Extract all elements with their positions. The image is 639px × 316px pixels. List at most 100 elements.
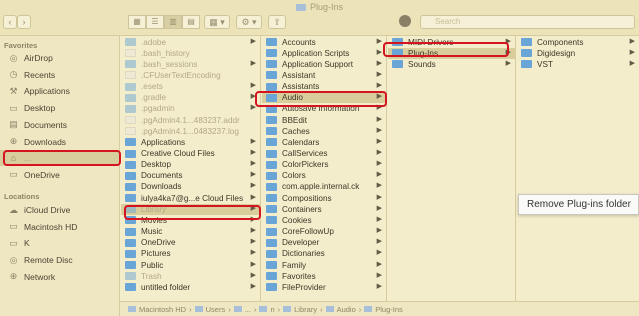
list-item[interactable]: Calendars ▶ bbox=[262, 137, 386, 148]
folder-icon bbox=[125, 182, 136, 191]
sidebar-item-fav-4[interactable]: ▤ Documents bbox=[0, 117, 120, 133]
folder-icon bbox=[125, 227, 136, 236]
sidebar-item-fav-3[interactable]: ▭ Desktop bbox=[0, 100, 120, 116]
highlight-home bbox=[3, 150, 121, 166]
breadcrumb-item[interactable]: Library bbox=[283, 305, 317, 314]
list-item[interactable]: Application Support ▶ bbox=[262, 59, 386, 70]
list-item[interactable]: Digidesign ▶ bbox=[517, 48, 639, 59]
breadcrumb-item[interactable]: Plug-Ins bbox=[364, 305, 403, 314]
breadcrumb-item[interactable]: Macintosh HD bbox=[128, 305, 186, 314]
folder-icon bbox=[266, 116, 277, 125]
list-item[interactable]: Sounds ▶ bbox=[388, 59, 515, 70]
action-button[interactable]: ⚙ ▾ bbox=[236, 15, 262, 29]
list-item[interactable]: Developer ▶ bbox=[262, 237, 386, 248]
sidebar-item-loc-4[interactable]: ⊕ Network bbox=[0, 269, 120, 285]
list-item[interactable]: Accounts ▶ bbox=[262, 37, 386, 48]
list-item[interactable]: .pgAdmin4.1...0483237.log bbox=[121, 126, 260, 137]
chevron-right-icon: ▶ bbox=[376, 182, 382, 190]
list-view-button[interactable]: ☰ bbox=[146, 15, 164, 29]
list-item[interactable]: Public ▶ bbox=[121, 260, 260, 271]
list-item[interactable]: untitled folder ▶ bbox=[121, 282, 260, 293]
list-item-label: Calendars bbox=[282, 137, 320, 147]
sidebar-item-loc-1[interactable]: ▭ Macintosh HD bbox=[0, 219, 120, 235]
sidebar-item-loc-2[interactable]: ▭ K bbox=[0, 235, 120, 251]
folder-icon bbox=[125, 149, 136, 158]
list-item[interactable]: Assistant ▶ bbox=[262, 70, 386, 81]
list-item[interactable]: Dictionaries ▶ bbox=[262, 248, 386, 259]
list-item-label: com.apple.internal.ck bbox=[282, 182, 360, 192]
sidebar-item-fav-2[interactable]: ⚒ Applications bbox=[0, 83, 120, 99]
list-item[interactable]: .bash_history bbox=[121, 48, 260, 59]
icon-view-button[interactable]: ▦ bbox=[128, 15, 146, 29]
folder-icon bbox=[521, 49, 532, 58]
list-item[interactable]: Trash ▶ bbox=[121, 271, 260, 282]
list-item[interactable]: FileProvider ▶ bbox=[262, 282, 386, 293]
sidebar-item-fav-0[interactable]: ◎ AirDrop bbox=[0, 50, 120, 66]
folder-icon bbox=[125, 104, 136, 113]
sidebar-item-loc-0[interactable]: ☁ iCloud Drive bbox=[0, 202, 120, 218]
list-item[interactable]: iulya4ka7@g...e Cloud Files ▶ bbox=[121, 193, 260, 204]
list-item[interactable]: ColorPickers ▶ bbox=[262, 159, 386, 170]
list-item[interactable]: Family ▶ bbox=[262, 260, 386, 271]
avatar[interactable] bbox=[399, 15, 411, 27]
list-item[interactable]: Components ▶ bbox=[517, 37, 639, 48]
column-view-button[interactable]: ▥ bbox=[164, 15, 182, 29]
chevron-right-icon: ▶ bbox=[250, 137, 256, 145]
search-input[interactable]: Search bbox=[420, 15, 635, 29]
chevron-right-icon: ▶ bbox=[376, 215, 382, 223]
sidebar-item-fav-7[interactable]: ▭ OneDrive bbox=[0, 167, 120, 183]
list-item[interactable]: .pgadmin ▶ bbox=[121, 103, 260, 114]
share-button[interactable]: ⇪ bbox=[268, 15, 286, 29]
chevron-right-icon: ▶ bbox=[629, 59, 635, 67]
sidebar-item-fav-1[interactable]: ◷ Recents bbox=[0, 67, 120, 83]
list-item-label: Cookies bbox=[282, 215, 312, 225]
sidebar-item-fav-5[interactable]: ⊕ Downloads bbox=[0, 134, 120, 150]
list-item[interactable]: Colors ▶ bbox=[262, 170, 386, 181]
list-item[interactable]: VST ▶ bbox=[517, 59, 639, 70]
list-item[interactable]: .esets ▶ bbox=[121, 81, 260, 92]
sidebar-item-loc-3[interactable]: ◎ Remote Disc bbox=[0, 252, 120, 268]
highlight-library bbox=[124, 205, 261, 220]
folder-icon bbox=[266, 227, 277, 236]
breadcrumb-item[interactable]: Users bbox=[194, 305, 225, 314]
breadcrumb-item[interactable]: ... bbox=[233, 305, 251, 314]
documents-icon: ▤ bbox=[9, 119, 18, 130]
list-item[interactable]: Pictures ▶ bbox=[121, 248, 260, 259]
list-item[interactable]: .gradle ▶ bbox=[121, 92, 260, 103]
list-item[interactable]: CallServices ▶ bbox=[262, 148, 386, 159]
list-item[interactable]: CoreFollowUp ▶ bbox=[262, 226, 386, 237]
breadcrumb-item[interactable]: Audio bbox=[325, 305, 356, 314]
list-item[interactable]: .adobe ▶ bbox=[121, 37, 260, 48]
folder-icon bbox=[194, 306, 203, 312]
list-item[interactable]: Creative Cloud Files ▶ bbox=[121, 148, 260, 159]
list-item[interactable]: Containers ▶ bbox=[262, 204, 386, 215]
list-item[interactable]: BBEdit ▶ bbox=[262, 115, 386, 126]
desktop-icon: ▭ bbox=[9, 102, 18, 113]
list-item[interactable]: com.apple.internal.ck ▶ bbox=[262, 181, 386, 192]
gallery-view-button[interactable]: ▤ bbox=[182, 15, 200, 29]
list-item[interactable]: Application Scripts ▶ bbox=[262, 48, 386, 59]
list-item[interactable]: OneDrive ▶ bbox=[121, 237, 260, 248]
list-item[interactable]: Cookies ▶ bbox=[262, 215, 386, 226]
chevron-right-icon: ▶ bbox=[376, 48, 382, 56]
back-button[interactable]: ‹ bbox=[3, 15, 17, 29]
list-item[interactable]: Applications ▶ bbox=[121, 137, 260, 148]
group-button[interactable]: ▦ ▾ bbox=[204, 15, 230, 29]
list-item[interactable]: Compositions ▶ bbox=[262, 193, 386, 204]
folder-icon bbox=[266, 149, 277, 158]
breadcrumb-item[interactable]: n bbox=[259, 305, 275, 314]
folder-icon bbox=[233, 306, 242, 312]
list-item[interactable]: .bash_sessions ▶ bbox=[121, 59, 260, 70]
list-item[interactable]: Downloads ▶ bbox=[121, 181, 260, 192]
list-item-label: FileProvider bbox=[282, 282, 326, 292]
chevron-right-icon: ▶ bbox=[376, 37, 382, 45]
list-item[interactable]: Documents ▶ bbox=[121, 170, 260, 181]
list-item[interactable]: Favorites ▶ bbox=[262, 271, 386, 282]
list-item[interactable]: .pgAdmin4.1...483237.addr bbox=[121, 115, 260, 126]
list-item[interactable]: Caches ▶ bbox=[262, 126, 386, 137]
forward-button[interactable]: › bbox=[17, 15, 31, 29]
list-item[interactable]: .CFUserTextEncoding bbox=[121, 70, 260, 81]
list-item[interactable]: Music ▶ bbox=[121, 226, 260, 237]
locations-header: Locations bbox=[4, 192, 40, 201]
list-item[interactable]: Desktop ▶ bbox=[121, 159, 260, 170]
